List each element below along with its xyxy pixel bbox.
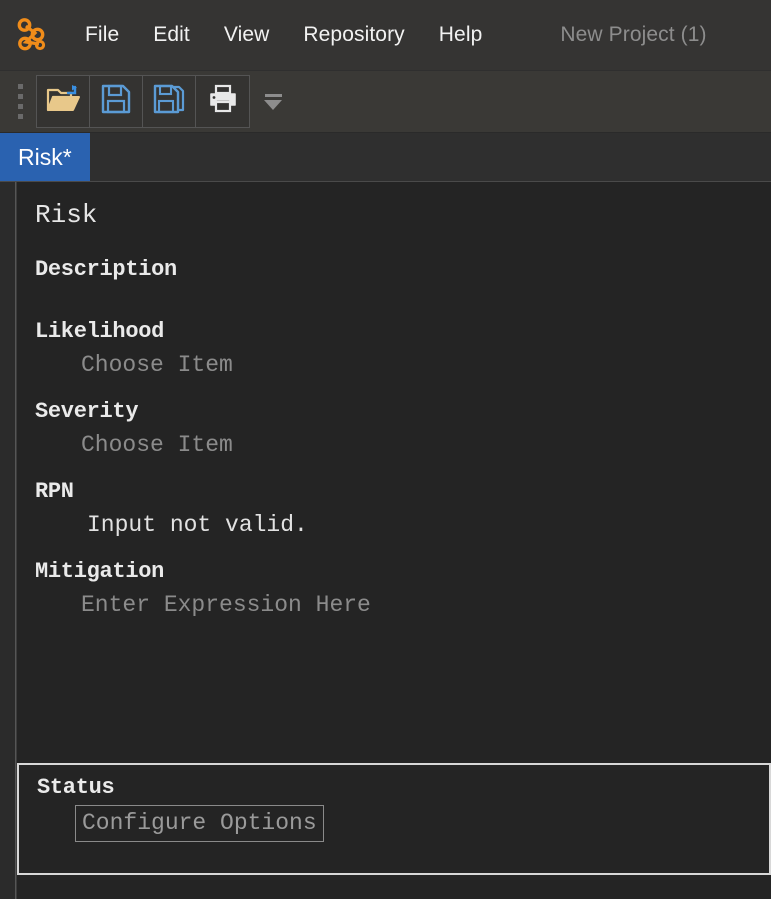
field-rpn: RPN Input not valid. — [35, 476, 771, 542]
menu-bar: File Edit View Repository Help New Proje… — [0, 0, 771, 71]
toolbar — [0, 71, 771, 133]
field-likelihood: Likelihood Choose Item — [35, 316, 771, 382]
open-button[interactable] — [37, 76, 90, 127]
toolbar-button-group — [36, 75, 250, 128]
rpn-value: Input not valid. — [87, 512, 308, 538]
bottom-strip — [17, 875, 771, 899]
severity-label: Severity — [35, 399, 139, 424]
status-label: Status — [37, 775, 115, 800]
save-as-button[interactable] — [143, 76, 196, 127]
field-severity: Severity Choose Item — [35, 396, 771, 462]
menu-item-view[interactable]: View — [207, 19, 287, 51]
left-rail — [0, 182, 16, 899]
page-title: Risk — [35, 200, 98, 230]
risk-form-panel: Risk Description Likelihood Choose Item … — [16, 182, 771, 899]
menu-item-edit[interactable]: Edit — [136, 19, 207, 51]
save-as-floppy-icon — [152, 83, 186, 120]
menu-item-repository[interactable]: Repository — [286, 19, 421, 51]
likelihood-select[interactable]: Choose Item — [35, 348, 771, 382]
field-mitigation: Mitigation Enter Expression Here — [35, 556, 771, 622]
menu-item-file[interactable]: File — [68, 19, 136, 51]
print-button[interactable] — [196, 76, 249, 127]
content-area: Risk Description Likelihood Choose Item … — [0, 181, 771, 899]
node-graph-logo-icon — [12, 14, 54, 56]
toolbar-overflow-chevron-icon[interactable] — [256, 75, 290, 128]
tab-strip: Risk* — [0, 133, 771, 181]
mitigation-label: Mitigation — [35, 559, 165, 584]
severity-select[interactable]: Choose Item — [35, 428, 771, 462]
configure-options-button[interactable]: Configure Options — [75, 805, 324, 842]
likelihood-label: Likelihood — [35, 319, 165, 344]
tab-risk[interactable]: Risk* — [0, 133, 90, 181]
toolbar-grip-icon[interactable] — [14, 80, 26, 124]
save-floppy-icon — [100, 83, 132, 120]
menu-item-help[interactable]: Help — [422, 19, 500, 51]
status-section: Status Configure Options — [17, 763, 771, 875]
risk-form: Risk Description Likelihood Choose Item … — [17, 182, 771, 763]
save-button[interactable] — [90, 76, 143, 127]
mitigation-input[interactable]: Enter Expression Here — [35, 588, 771, 622]
print-icon — [207, 84, 239, 119]
rpn-label: RPN — [35, 479, 74, 504]
field-description: Description — [35, 254, 771, 286]
application-window: File Edit View Repository Help New Proje… — [0, 0, 771, 899]
description-label: Description — [35, 257, 177, 282]
open-folder-icon — [46, 84, 80, 119]
project-name-label: New Project (1) — [560, 23, 707, 46]
